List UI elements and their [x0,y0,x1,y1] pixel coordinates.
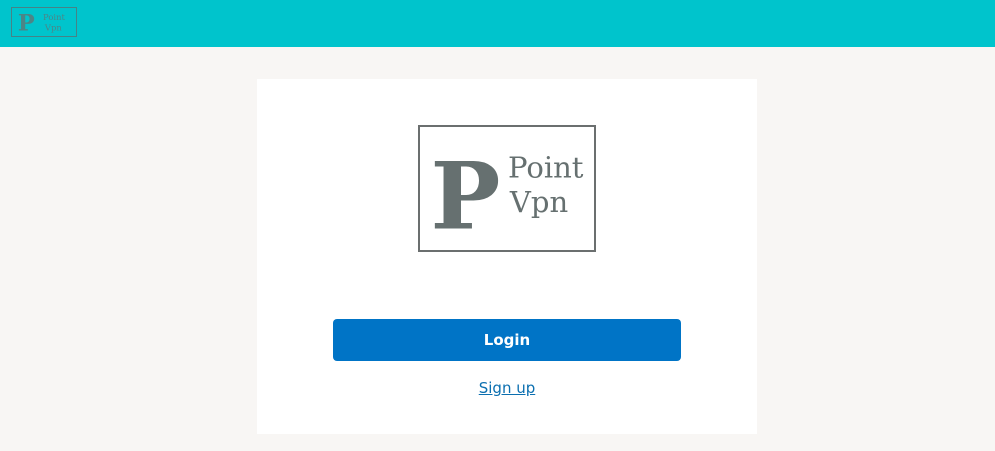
top-bar: P Point Vpn [0,0,995,47]
brand-logo: P Point Vpn [418,125,596,252]
header-logo-letter: P [18,10,35,36]
header-logo-line2: Vpn [44,22,62,32]
header-logo-line1: Point [43,12,65,22]
point-vpn-logo-icon: P Point Vpn [18,10,66,36]
header-logo[interactable]: P Point Vpn [11,7,77,37]
login-button[interactable]: Login [333,319,681,361]
login-card: P Point Vpn Login Sign up [257,79,757,434]
brand-logo-line1: Point [508,150,584,184]
brand-logo-letter: P [430,142,500,250]
signup-link[interactable]: Sign up [257,379,757,397]
brand-logo-line2: Vpn [509,185,568,219]
point-vpn-logo-icon: P Point Vpn [430,142,584,250]
